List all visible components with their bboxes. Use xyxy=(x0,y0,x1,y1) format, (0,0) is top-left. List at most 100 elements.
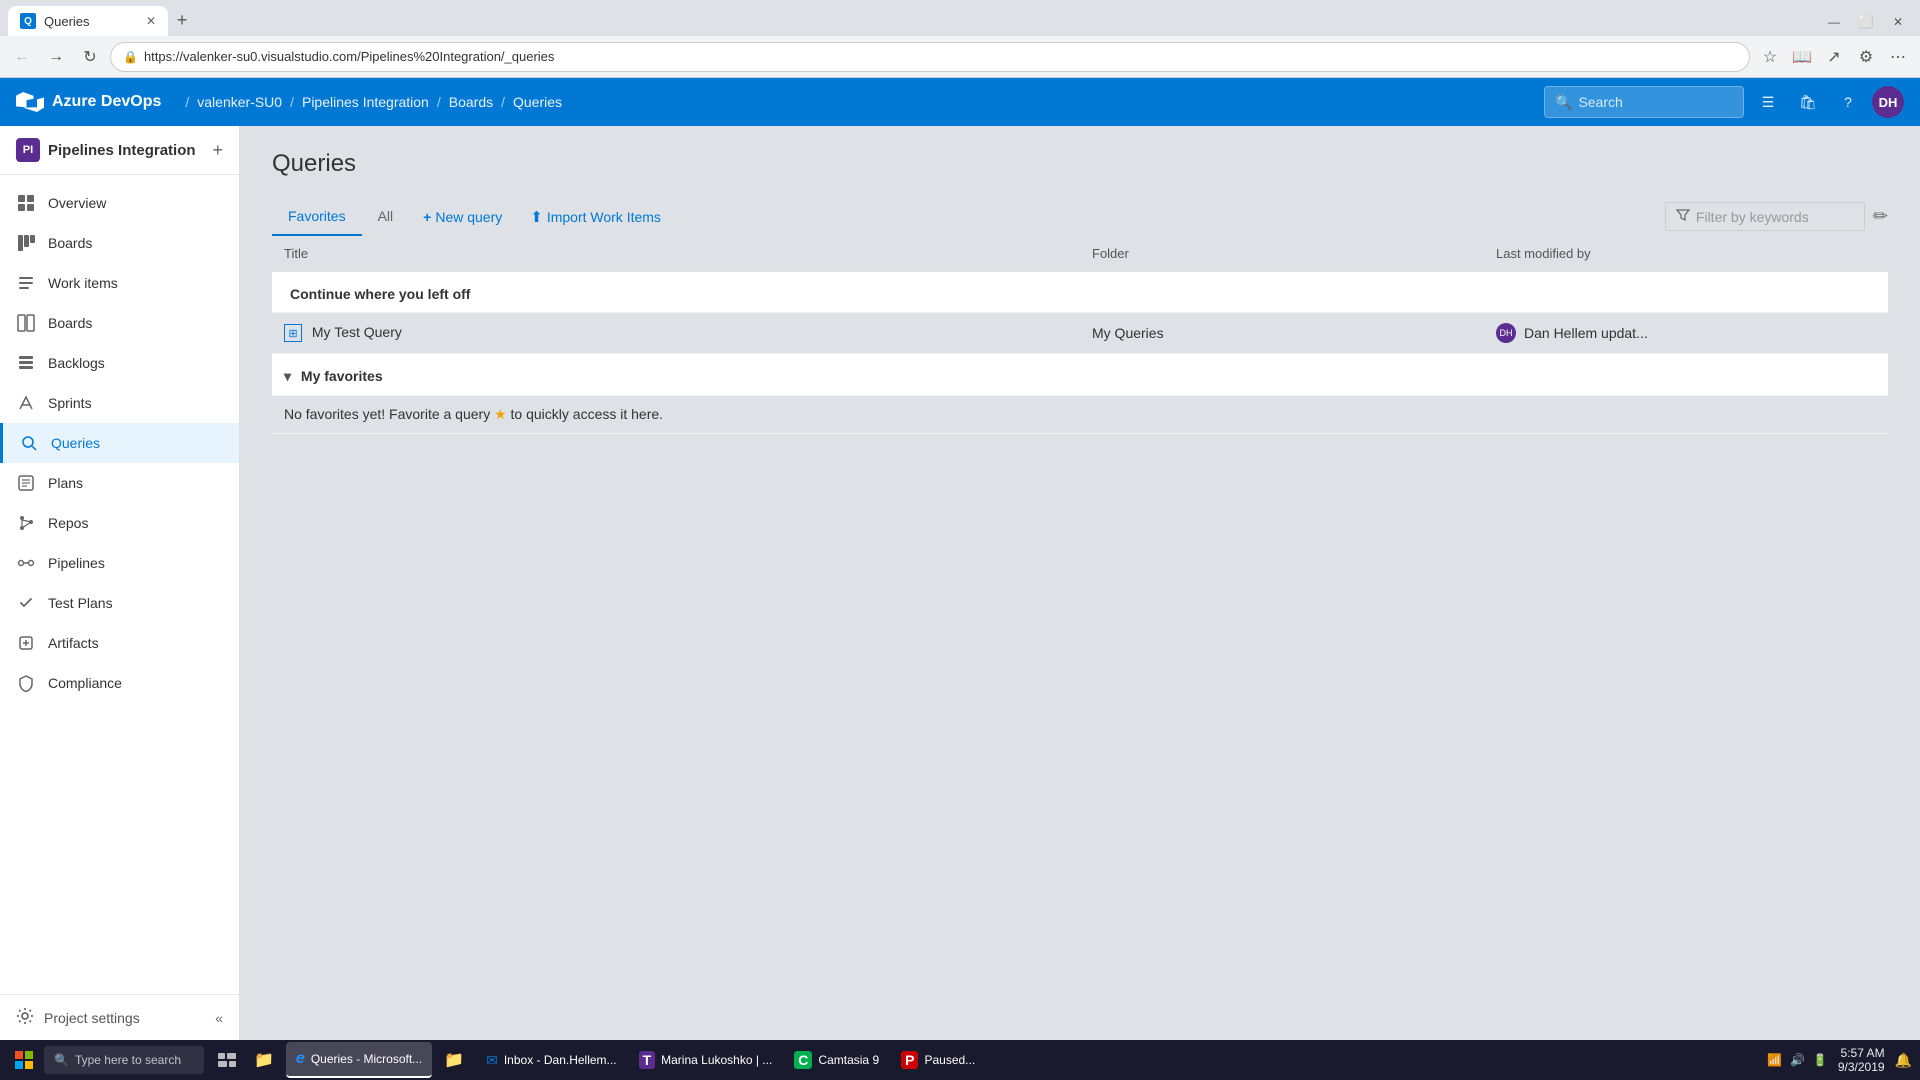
sidebar-item-artifacts-label: Artifacts xyxy=(48,635,99,651)
tab-favorites[interactable]: Favorites xyxy=(272,198,362,236)
taskbar-search[interactable]: 🔍 Type here to search xyxy=(44,1046,204,1074)
modified-user-name: Dan Hellem updat... xyxy=(1524,325,1648,341)
modified-user: DH Dan Hellem updat... xyxy=(1496,323,1876,343)
taskbar-app-camtasia[interactable]: C Camtasia 9 xyxy=(784,1042,889,1078)
sidebar-item-compliance[interactable]: Compliance xyxy=(0,663,239,703)
taskbar-task-view[interactable] xyxy=(212,1042,242,1078)
minimize-button[interactable]: — xyxy=(1820,8,1848,36)
taskbar-apps: 📁 e Queries - Microsoft... 📁 ✉ Inbox - D… xyxy=(212,1042,985,1078)
close-button[interactable]: ✕ xyxy=(1884,8,1912,36)
search-text: Search xyxy=(1578,94,1622,110)
taskbar-app-ie-label: Queries - Microsoft... xyxy=(311,1052,422,1066)
project-settings-button[interactable]: Project settings xyxy=(16,1007,140,1028)
sidebar-item-plans[interactable]: Plans xyxy=(0,463,239,503)
taskbar-app-ie[interactable]: e Queries - Microsoft... xyxy=(286,1042,432,1078)
taskbar-app-camtasia-label: Camtasia 9 xyxy=(818,1053,879,1067)
browser-favorites-icon[interactable]: ☆ xyxy=(1756,43,1784,71)
sidebar-item-boards2-label: Boards xyxy=(48,315,92,331)
sidebar-project: PI Pipelines Integration xyxy=(16,138,196,162)
filter-icon xyxy=(1676,208,1690,225)
sidebar-item-boards2[interactable]: Boards xyxy=(0,303,239,343)
sidebar-item-pipelines[interactable]: Pipelines xyxy=(0,543,239,583)
sidebar-add-button[interactable]: + xyxy=(212,140,223,161)
active-tab[interactable]: Q Queries ✕ xyxy=(8,6,168,36)
taskbar-app-paused-label: Paused... xyxy=(924,1053,975,1067)
section-favorites-label: My favorites xyxy=(301,368,383,384)
boards-icon xyxy=(16,233,36,253)
new-query-button[interactable]: + New query xyxy=(409,201,516,233)
forward-button[interactable]: → xyxy=(42,43,70,71)
sidebar-item-artifacts[interactable]: Artifacts xyxy=(0,623,239,663)
sidebar-item-backlogs[interactable]: Backlogs xyxy=(0,343,239,383)
edit-filter-icon[interactable]: ✏ xyxy=(1873,206,1888,227)
sidebar-item-boards[interactable]: Boards xyxy=(0,223,239,263)
maximize-button[interactable]: ⬜ xyxy=(1852,8,1880,36)
taskbar-network-icon: 📶 xyxy=(1767,1053,1782,1067)
taskbar-system-icons: 📶 🔊 🔋 xyxy=(1767,1053,1828,1067)
sidebar-item-test-plans[interactable]: Test Plans xyxy=(0,583,239,623)
app-logo-text: Azure DevOps xyxy=(52,93,161,111)
taskbar-search-icon: 🔍 xyxy=(54,1053,69,1067)
sidebar-item-test-plans-label: Test Plans xyxy=(48,595,113,611)
browser-share-icon[interactable]: ↗ xyxy=(1820,43,1848,71)
taskbar-notification-icon[interactable]: 🔔 xyxy=(1895,1052,1912,1069)
browser-toolbar: ← → ↻ 🔒 https://valenker-su0.visualstudi… xyxy=(0,36,1920,78)
sidebar-item-work-items-label: Work items xyxy=(48,275,118,291)
tab-title: Queries xyxy=(44,14,90,29)
boards2-icon xyxy=(16,313,36,333)
section-continue-label: Continue where you left off xyxy=(290,286,470,302)
taskbar-app-teams[interactable]: T Marina Lukoshko | ... xyxy=(629,1042,783,1078)
refresh-button[interactable]: ↻ xyxy=(76,43,104,71)
help-icon[interactable]: ? xyxy=(1832,86,1864,118)
browser-readonly-icon[interactable]: 📖 xyxy=(1788,43,1816,71)
taskbar-app-outlook[interactable]: ✉ Inbox - Dan.Hellem... xyxy=(476,1042,626,1078)
sidebar-collapse-button[interactable]: « xyxy=(215,1010,223,1026)
user-avatar[interactable]: DH xyxy=(1872,86,1904,118)
breadcrumb-page[interactable]: Queries xyxy=(513,94,562,110)
artifacts-icon xyxy=(16,633,36,653)
plans-icon xyxy=(16,473,36,493)
browser-toolbar-right: ☆ 📖 ↗ ⚙ ⋯ xyxy=(1756,43,1912,71)
tab-all[interactable]: All xyxy=(362,198,410,236)
header-search[interactable]: 🔍 Search xyxy=(1544,86,1744,118)
filter-input[interactable]: Filter by keywords xyxy=(1665,202,1865,231)
compliance-icon xyxy=(16,673,36,693)
sidebar-item-queries[interactable]: Queries xyxy=(0,423,239,463)
new-tab-button[interactable]: + xyxy=(168,6,196,34)
taskbar-app-folder2[interactable]: 📁 xyxy=(434,1042,474,1078)
test-plans-icon xyxy=(16,593,36,613)
taskbar-app-file-explorer[interactable]: 📁 xyxy=(244,1042,284,1078)
breadcrumb-sep4: / xyxy=(501,94,505,110)
table-row[interactable]: ⊞ My Test Query My Queries DH xyxy=(272,313,1888,354)
taskbar-app-paused[interactable]: P Paused... xyxy=(891,1042,985,1078)
browser-more-icon[interactable]: ⋯ xyxy=(1884,43,1912,71)
shopping-icon[interactable]: 🛍 xyxy=(1792,86,1824,118)
sidebar-item-repos[interactable]: Repos xyxy=(0,503,239,543)
start-button[interactable] xyxy=(8,1044,40,1076)
taskbar-app-outlook-label: Inbox - Dan.Hellem... xyxy=(504,1053,617,1067)
windows-logo-icon xyxy=(14,1050,34,1070)
section-favorites-toggle: ▾ xyxy=(284,368,291,384)
breadcrumb-project[interactable]: Pipelines Integration xyxy=(302,94,429,110)
work-items-icon xyxy=(16,273,36,293)
back-button[interactable]: ← xyxy=(8,43,36,71)
content-area: Queries Favorites All + New query ⬆ xyxy=(240,126,1920,1040)
address-bar[interactable]: 🔒 https://valenker-su0.visualstudio.com/… xyxy=(110,42,1750,72)
import-work-items-button[interactable]: ⬆ Import Work Items xyxy=(516,200,675,234)
sidebar-item-boards-label: Boards xyxy=(48,235,92,251)
tab-close-button[interactable]: ✕ xyxy=(146,14,156,28)
project-name: Pipelines Integration xyxy=(48,142,196,159)
sidebar-item-sprints[interactable]: Sprints xyxy=(0,383,239,423)
app-logo[interactable]: Azure DevOps xyxy=(16,88,161,116)
breadcrumb-org[interactable]: valenker-SU0 xyxy=(197,94,282,110)
teams-icon: T xyxy=(639,1051,656,1069)
notifications-icon[interactable]: ☰ xyxy=(1752,86,1784,118)
breadcrumb-section[interactable]: Boards xyxy=(449,94,493,110)
sidebar-item-overview[interactable]: Overview xyxy=(0,183,239,223)
browser-ext-icon[interactable]: ⚙ xyxy=(1852,43,1880,71)
azure-devops-logo-icon xyxy=(16,88,44,116)
sidebar-item-sprints-label: Sprints xyxy=(48,395,92,411)
import-label: Import Work Items xyxy=(547,209,661,225)
repos-icon xyxy=(16,513,36,533)
sidebar-item-work-items[interactable]: Work items xyxy=(0,263,239,303)
